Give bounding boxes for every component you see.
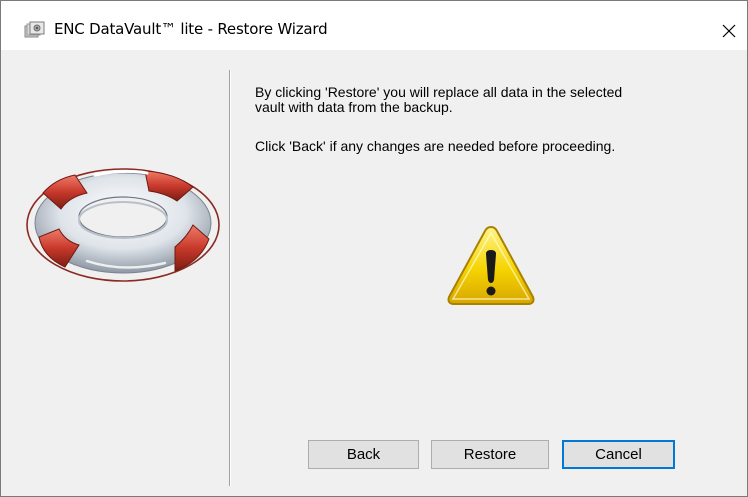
close-icon	[722, 24, 736, 38]
title-bar[interactable]: ENC DataVault™ lite - Restore Wizard	[1, 1, 747, 50]
window-title: ENC DataVault™ lite - Restore Wizard	[54, 20, 328, 38]
restore-warning-message: By clicking 'Restore' you will replace a…	[255, 85, 735, 115]
cancel-button[interactable]: Cancel	[562, 440, 675, 469]
back-instruction-message: Click 'Back' if any changes are needed b…	[255, 138, 616, 154]
message-line-2: vault with data from the backup.	[255, 99, 453, 115]
message-line-1: By clicking 'Restore' you will replace a…	[255, 84, 623, 100]
lifebuoy-icon	[25, 163, 221, 285]
panel-divider	[229, 70, 231, 486]
close-button[interactable]	[711, 15, 747, 47]
restore-button[interactable]: Restore	[431, 440, 549, 469]
vault-app-icon	[24, 21, 47, 39]
warning-icon	[445, 224, 537, 307]
back-button[interactable]: Back	[308, 440, 419, 469]
restore-wizard-window: ENC DataVault™ lite - Restore Wizard By …	[0, 0, 748, 497]
